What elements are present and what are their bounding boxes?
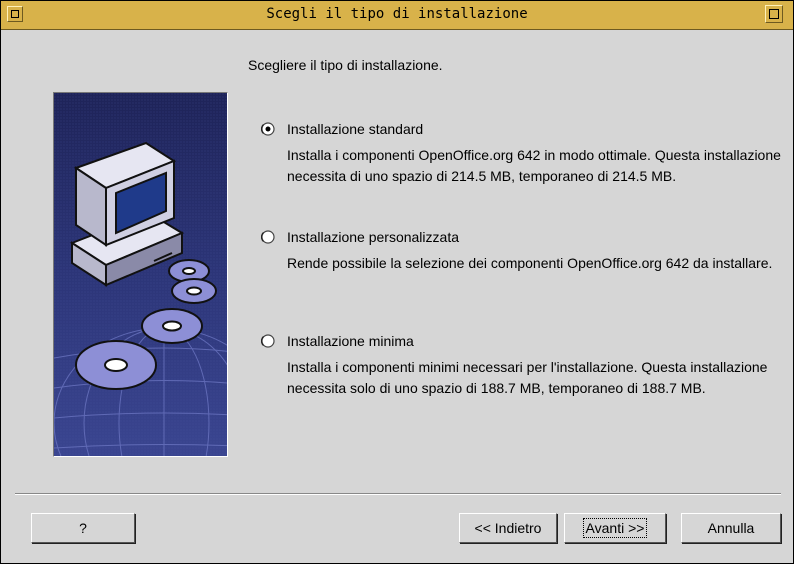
radio-unselected-icon[interactable]	[261, 334, 275, 348]
option-custom-label: Installazione personalizzata	[287, 229, 459, 245]
installer-side-image	[53, 92, 228, 457]
window-menu-button[interactable]	[7, 6, 23, 22]
maximize-button[interactable]	[765, 5, 783, 23]
cancel-button[interactable]: Annulla	[681, 513, 781, 543]
help-button[interactable]: ?	[31, 513, 135, 543]
footer-separator	[15, 493, 781, 495]
title-bar[interactable]: Scegli il tipo di installazione	[1, 1, 793, 30]
computer-discs-illustration-icon	[54, 93, 227, 456]
radio-unselected-icon[interactable]	[261, 230, 275, 244]
option-standard-label: Installazione standard	[287, 121, 424, 137]
radio-selected-icon[interactable]	[261, 122, 275, 136]
window-title: Scegli il tipo di installazione	[266, 6, 528, 22]
option-minimal-label: Installazione minima	[287, 333, 414, 349]
next-button-label: Avanti >>	[582, 518, 648, 538]
window-menu-icon	[11, 10, 19, 18]
option-custom-description: Rende possibile la selezione dei compone…	[287, 255, 773, 271]
next-button[interactable]: Avanti >>	[564, 513, 666, 543]
page-heading: Scegliere il tipo di installazione.	[248, 57, 443, 73]
back-button[interactable]: << Indietro	[459, 513, 557, 543]
option-standard-description: Installa i componenti OpenOffice.org 642…	[287, 147, 781, 184]
installer-dialog: Scegli il tipo di installazione Sceglier…	[0, 0, 794, 564]
maximize-icon	[769, 9, 779, 19]
option-minimal-description: Installa i componenti minimi necessari p…	[287, 359, 768, 396]
